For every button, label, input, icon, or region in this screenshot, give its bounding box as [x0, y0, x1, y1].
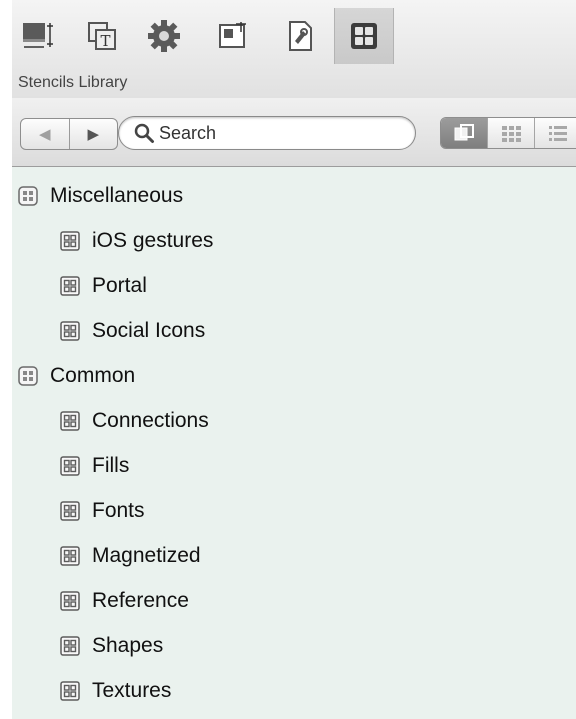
stencils-panel: T Stencils Library ◀ ▶ Search Miscellane… — [12, 0, 576, 719]
library-item[interactable]: Social Icons — [12, 308, 576, 353]
library-group[interactable]: Miscellaneous — [12, 173, 576, 218]
document-icon — [289, 21, 312, 51]
library-item-label: Fonts — [92, 498, 145, 522]
library-item[interactable]: Shapes — [12, 623, 576, 668]
search-input[interactable] — [155, 122, 399, 144]
library-item-label: iOS gestures — [92, 228, 214, 252]
toolbar-title: Stencils Library — [18, 74, 128, 91]
stencil-icon — [60, 590, 80, 611]
grid-view-icon — [502, 126, 521, 142]
search-icon — [134, 123, 154, 143]
stencil-folder-icon — [18, 365, 38, 386]
library-item[interactable]: Connections — [12, 398, 576, 443]
stencil-icon — [60, 500, 80, 521]
stencils-icon — [351, 23, 377, 49]
back-button[interactable]: ◀ — [21, 119, 69, 149]
view-list-button[interactable] — [534, 118, 576, 148]
library-item-label: Social Icons — [92, 318, 206, 342]
library-group[interactable]: Common — [12, 353, 576, 398]
forward-button[interactable]: ▶ — [68, 119, 118, 149]
stencil-folder-icon — [18, 185, 38, 206]
view-mode-switch — [440, 117, 576, 149]
library-group-label: Miscellaneous — [50, 183, 184, 207]
stencil-icon — [60, 275, 80, 296]
library-item-label: Portal — [92, 273, 147, 297]
library-item[interactable]: Fonts — [12, 488, 576, 533]
gear-icon — [148, 20, 180, 52]
library-item-label: Reference — [92, 588, 189, 612]
library-item-label: Fills — [92, 453, 130, 477]
inspector-toolbar: T Stencils Library — [12, 0, 576, 99]
library-item-label: Connections — [92, 408, 209, 432]
svg-text:T: T — [100, 32, 110, 50]
preview-view-icon — [454, 124, 474, 141]
stencil-icon — [60, 320, 80, 341]
forward-arrow-icon: ▶ — [87, 126, 100, 143]
library-item-label: Shapes — [92, 633, 164, 657]
search-bar: ◀ ▶ — [12, 98, 576, 167]
stencil-library-list: Miscellaneous iOS gestures Portal Social Ic… — [12, 173, 576, 713]
library-item-label: Magnetized — [92, 543, 201, 567]
search-field[interactable] — [118, 116, 416, 150]
tool-canvas[interactable] — [16, 14, 60, 58]
stencil-icon — [60, 635, 80, 656]
layout-icon — [219, 22, 246, 48]
stencil-icon — [60, 545, 80, 566]
library-group-label: Common — [50, 363, 136, 387]
canvas-icon — [23, 23, 53, 48]
library-item-label: Textures — [92, 678, 172, 702]
stencil-icon — [60, 680, 80, 701]
stencil-icon — [60, 455, 80, 476]
stencil-icon — [60, 410, 80, 431]
history-nav: ◀ ▶ — [20, 118, 118, 150]
view-preview-button[interactable] — [441, 118, 487, 148]
back-arrow-icon: ◀ — [38, 126, 51, 143]
library-item[interactable]: Reference — [12, 578, 576, 623]
view-grid-button[interactable] — [487, 118, 534, 148]
properties-icon: T — [88, 22, 116, 50]
library-item[interactable]: Textures — [12, 668, 576, 713]
list-view-icon — [549, 126, 567, 141]
tool-document[interactable] — [278, 14, 322, 58]
library-item[interactable]: Magnetized — [12, 533, 576, 578]
library-item[interactable]: Fills — [12, 443, 576, 488]
stencil-icon — [60, 230, 80, 251]
tool-layout[interactable] — [210, 14, 254, 58]
tool-stencils[interactable] — [334, 8, 394, 64]
library-item[interactable]: Portal — [12, 263, 576, 308]
library-item[interactable]: iOS gestures — [12, 218, 576, 263]
tool-properties[interactable]: T — [80, 14, 124, 58]
tool-settings[interactable] — [142, 14, 186, 58]
